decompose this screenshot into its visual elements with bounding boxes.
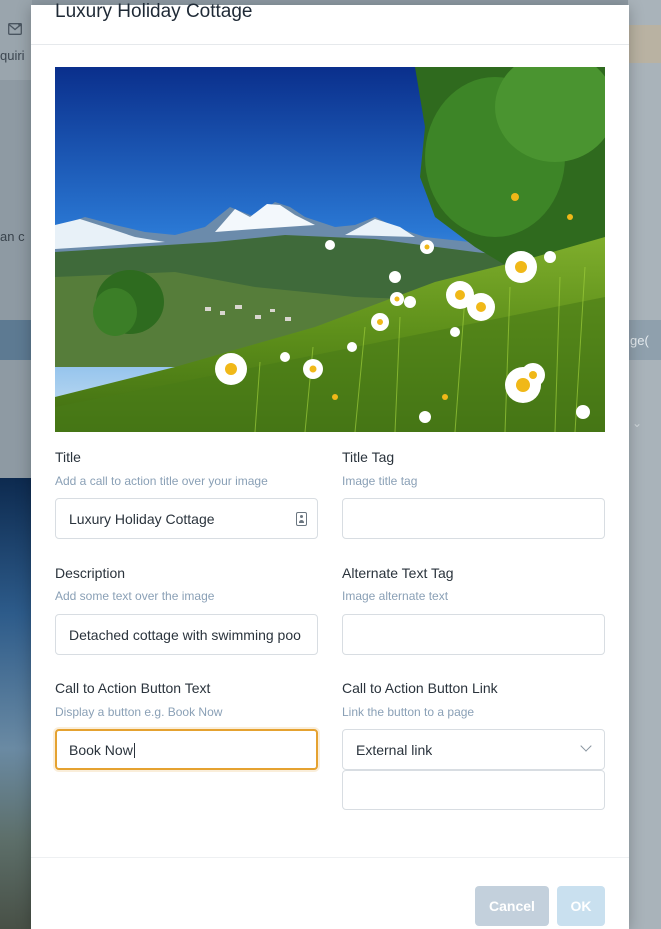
- contact-card-icon[interactable]: [296, 512, 307, 526]
- modal-title: Luxury Holiday Cottage: [55, 1, 253, 22]
- background-band: [0, 320, 32, 360]
- title-tag-label: Title Tag: [342, 449, 395, 465]
- envelope-icon: [8, 22, 22, 38]
- background-right-panel: [628, 0, 661, 929]
- alt-text-help: Image alternate text: [342, 589, 449, 603]
- alt-text-label: Alternate Text Tag: [342, 565, 454, 581]
- cta-text-value: Book Now: [69, 742, 133, 758]
- title-help: Add a call to action title over your ima…: [55, 474, 268, 488]
- cta-text-input[interactable]: Book Now: [55, 729, 318, 770]
- background-right-text: ge(: [630, 333, 649, 348]
- ok-button[interactable]: OK: [557, 886, 605, 926]
- background-nav-label: quiri: [0, 48, 25, 63]
- cta-text-label: Call to Action Button Text: [55, 680, 211, 696]
- image-settings-modal: Luxury Holiday Cottage Title Add a call …: [31, 1, 629, 929]
- cta-link-selected: External link: [356, 742, 433, 758]
- title-tag-help: Image title tag: [342, 474, 418, 488]
- description-input[interactable]: Detached cottage with swimming poo: [55, 614, 318, 655]
- background-right-chip: [628, 25, 661, 63]
- text-caret: [133, 743, 135, 758]
- description-value: Detached cottage with swimming poo: [69, 627, 301, 643]
- cta-link-select[interactable]: External link: [342, 729, 605, 770]
- description-help: Add some text over the image: [55, 589, 215, 603]
- cta-link-help: Link the button to a page: [342, 705, 475, 719]
- background-left-text: an c: [0, 229, 25, 244]
- title-input-value: Luxury Holiday Cottage: [69, 511, 215, 527]
- background-photo: [0, 478, 32, 929]
- cta-link-url-input[interactable]: [342, 770, 605, 810]
- background-nav-item: quiri: [0, 0, 32, 80]
- title-input[interactable]: Luxury Holiday Cottage: [55, 498, 318, 539]
- cta-text-value-wrap: Book Now: [69, 742, 135, 758]
- background-left-panel: quiri an c: [0, 0, 32, 929]
- title-tag-input[interactable]: [342, 498, 605, 539]
- cta-text-help: Display a button e.g. Book Now: [55, 705, 223, 719]
- description-label: Description: [55, 565, 126, 581]
- modal-header: Luxury Holiday Cottage: [31, 1, 629, 45]
- chevron-down-icon: ⌄: [632, 416, 643, 430]
- hero-image: [55, 67, 605, 432]
- title-label: Title: [55, 449, 81, 465]
- modal-footer: Cancel OK: [31, 857, 629, 929]
- cta-link-label: Call to Action Button Link: [342, 680, 498, 696]
- chevron-down-icon: [580, 740, 592, 752]
- alt-text-input[interactable]: [342, 614, 605, 655]
- cancel-button[interactable]: Cancel: [475, 886, 549, 926]
